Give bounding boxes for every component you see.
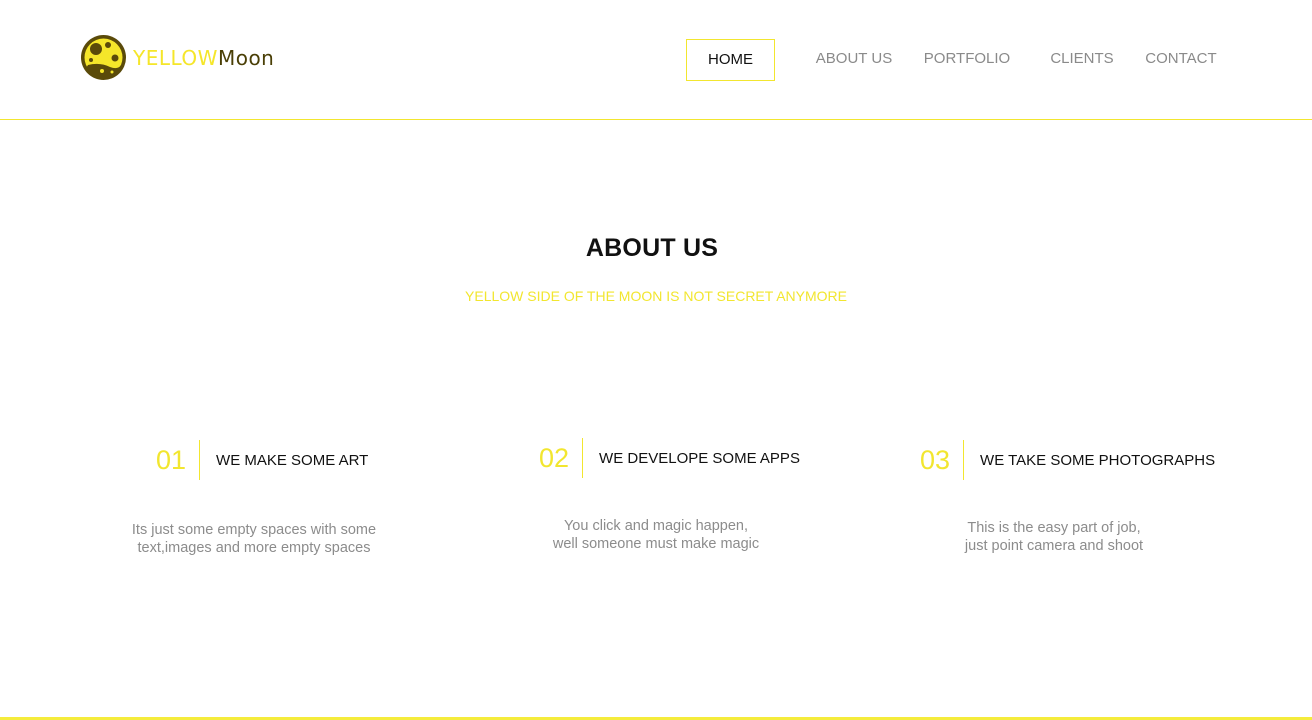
site-header: YELLOWMoon HOME ABOUT US PORTFOLIO CLIEN… (0, 0, 1312, 120)
feature-description: Its just some empty spaces with some tex… (104, 521, 404, 557)
section-subtitle: YELLOW SIDE OF THE MOON IS NOT SECRET AN… (465, 288, 847, 304)
feature-description-line: well someone must make magic (552, 536, 760, 552)
feature-title: WE TAKE SOME PHOTOGRAPHS (980, 451, 1216, 469)
feature-number: 01 (156, 444, 187, 475)
nav-item-portfolio[interactable]: PORTFOLIO (920, 39, 1014, 81)
feature-divider (199, 440, 201, 480)
feature-number: 02 (539, 442, 570, 473)
feature-description-line: You click and magic happen, (563, 518, 749, 534)
feature-heading: 03 WE TAKE SOME PHOTOGRAPHS (920, 440, 1215, 480)
nav-item-contact[interactable]: CONTACT (1139, 39, 1223, 81)
nav-item-about-us[interactable]: ABOUT US (808, 39, 900, 81)
feature-title: WE DEVELOPE SOME APPS (599, 449, 800, 467)
feature-description: This is the easy part of job, just point… (904, 519, 1204, 555)
nav-item-home[interactable]: HOME (686, 39, 775, 81)
page: YELLOWMoon HOME ABOUT US PORTFOLIO CLIEN… (0, 0, 1312, 720)
feature-description-line: Its just some empty spaces with some (131, 522, 377, 538)
feature-title: WE MAKE SOME ART (216, 451, 369, 469)
feature-divider (963, 440, 965, 480)
feature-description-line: text,images and more empty spaces (137, 540, 371, 556)
main-nav: HOME ABOUT US PORTFOLIO CLIENTS CONTACT (0, 39, 1312, 81)
nav-item-clients[interactable]: CLIENTS (1046, 39, 1118, 81)
feature-description: You click and magic happen, well someone… (506, 517, 806, 553)
feature-description-line: just point camera and shoot (964, 538, 1144, 554)
feature-divider (582, 438, 584, 478)
section-title: ABOUT US (585, 234, 719, 262)
feature-number: 03 (920, 444, 951, 475)
feature-heading: 01 WE MAKE SOME ART (156, 440, 368, 480)
feature-description-line: This is the easy part of job, (967, 520, 1141, 536)
feature-heading: 02 WE DEVELOPE SOME APPS (539, 438, 800, 478)
